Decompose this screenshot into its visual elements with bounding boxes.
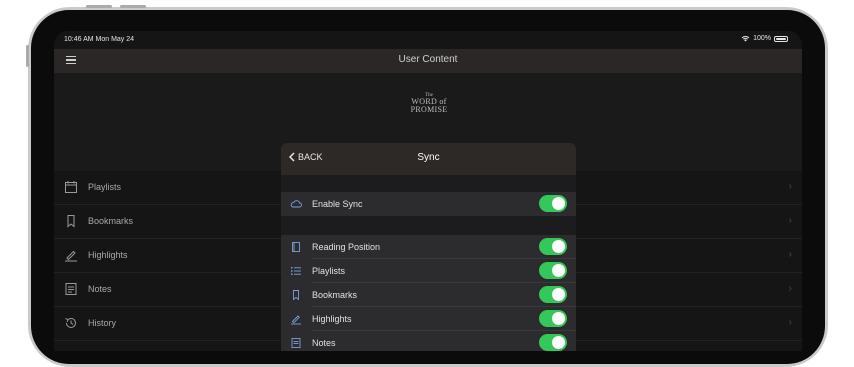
chevron-right-icon: › [788,215,792,226]
sync-row-label: Bookmarks [312,290,358,300]
sync-row-label: Playlists [312,266,346,276]
sync-modal: BACK Sync Enable Sync Reading Position P… [281,143,576,351]
calendar-icon [65,181,77,193]
book-icon [292,242,300,252]
enable-sync-toggle[interactable] [539,195,567,212]
page-title: User Content [398,54,458,65]
list-item-label: History [88,318,117,328]
modal-header: BACK Sync [281,143,576,175]
sync-row-label: Highlights [312,314,352,324]
word-of-promise-logo: The WORD of PROMISE [406,93,452,114]
status-right: 100% [741,35,788,42]
sync-row-reading-position: Reading Position [281,235,576,259]
battery-percent: 100% [753,35,771,42]
list-item-label: Notes [88,284,112,294]
nav-bar: User Content [54,49,802,73]
enable-sync-label: Enable Sync [312,199,363,209]
top-button-right [120,5,146,8]
highlighter-icon [65,250,77,262]
history-icon [65,317,76,328]
list-item-label: Playlists [88,182,122,192]
sync-row-playlists: Playlists [281,259,576,283]
list-item-label: Highlights [88,250,128,260]
highlights-toggle[interactable] [539,310,567,327]
list-icon [291,267,301,275]
notes-icon [291,338,301,348]
sync-row-highlights: Highlights [281,307,576,331]
side-button [26,45,29,67]
status-time: 10:46 AM Mon May 24 [64,36,135,43]
sync-row-bookmarks: Bookmarks [281,283,576,307]
logo-line-3: PROMISE [410,105,448,114]
modal-title: Sync [417,152,440,163]
bookmark-icon [293,290,299,301]
top-button-left [86,5,112,8]
wifi-icon [741,36,750,42]
screen: 10:46 AM Mon May 24 100% User Content Th… [54,31,802,351]
cloud-icon [290,200,302,208]
chevron-right-icon: › [788,283,792,294]
chevron-right-icon: › [788,181,792,192]
highlighter-icon [291,315,301,325]
list-item-label: Bookmarks [88,216,134,226]
enable-sync-row: Enable Sync [281,192,576,216]
status-bar: 10:46 AM Mon May 24 100% [54,31,802,49]
playlists-toggle[interactable] [539,262,567,279]
sync-row-notes: Notes [281,331,576,351]
chevron-right-icon: › [788,317,792,328]
bookmark-icon [67,215,75,228]
chevron-right-icon: › [788,249,792,260]
sync-row-label: Reading Position [312,242,381,252]
battery-icon [774,35,788,42]
bookmarks-toggle[interactable] [539,286,567,303]
sync-row-label: Notes [312,338,336,348]
notes-icon [65,283,77,295]
notes-toggle[interactable] [539,334,567,351]
reading-position-toggle[interactable] [539,238,567,255]
